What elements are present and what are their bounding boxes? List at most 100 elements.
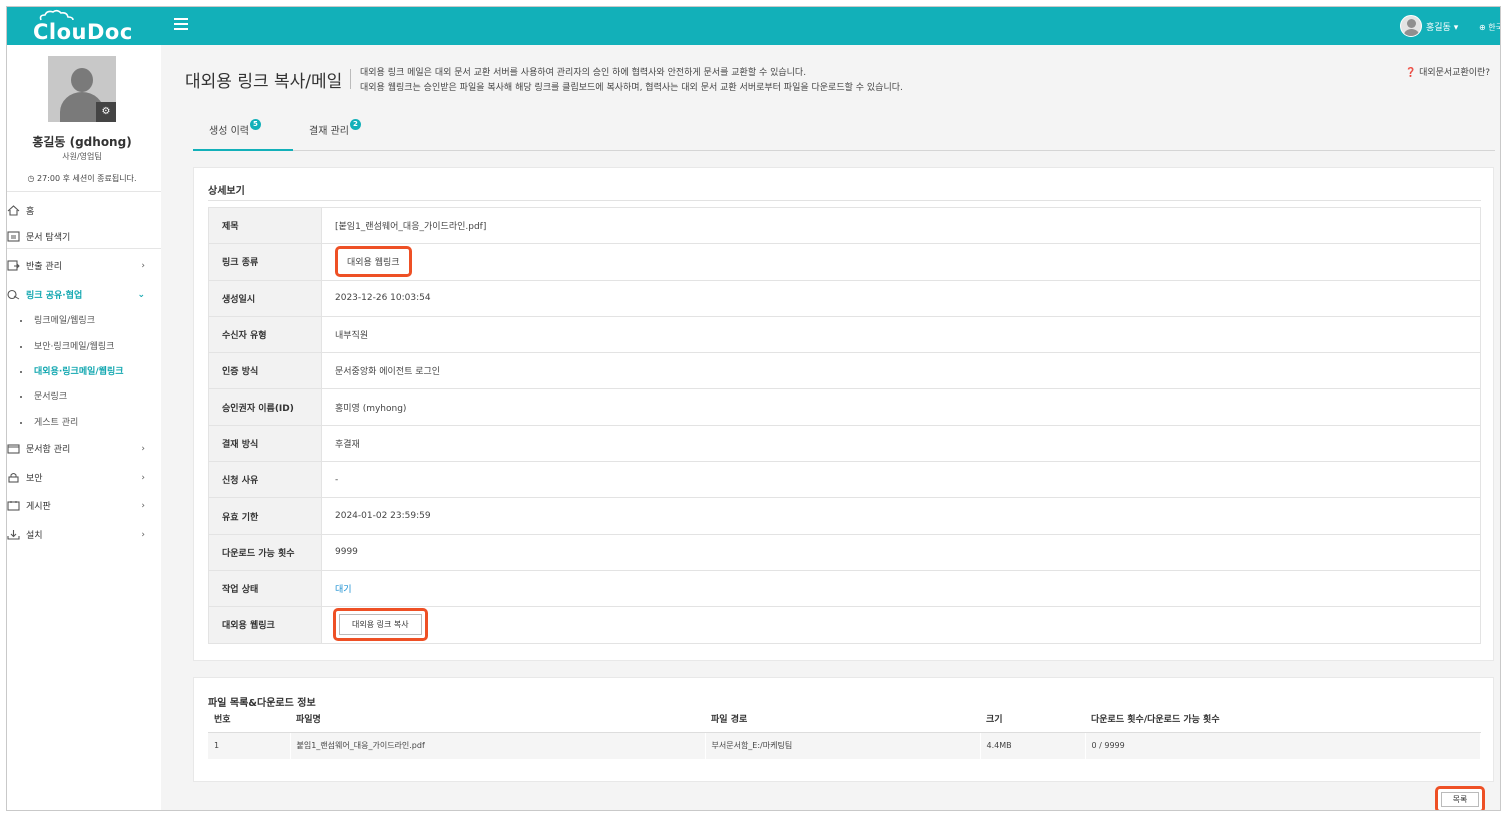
sidebar-item-label: 보안 — [26, 474, 43, 484]
file-panel: 파일 목록&다운로드 정보 번호 파일명 파일 경로 크기 다운로드 횟수/다운… — [193, 677, 1494, 782]
sidebar-item-link-share[interactable]: 링크 공유·협업 ⌄ — [7, 288, 161, 301]
board-icon — [7, 501, 20, 511]
table-row: 다운로드 가능 횟수 9999 — [208, 533, 1481, 571]
row-label: 결재 방식 — [208, 424, 322, 463]
sidebar-subitem-secure-linkmail[interactable]: 보안·링크메일/웹링크 — [20, 339, 114, 352]
table-row: 제목 [붙임1_랜섬웨어_대응_가이드라인.pdf] — [208, 206, 1481, 245]
avatar — [1400, 15, 1422, 37]
table-row: 승인권자 이름(ID) 홍미영 (myhong) — [208, 388, 1481, 426]
row-label: 제목 — [208, 206, 322, 245]
sidebar-item-home[interactable]: 홈 — [7, 204, 161, 217]
detail-title: 상세보기 — [208, 186, 245, 197]
table-header-row: 번호 파일명 파일 경로 크기 다운로드 횟수/다운로드 가능 횟수 — [208, 705, 1481, 733]
row-value: 2024-01-02 23:59:59 — [321, 497, 1481, 535]
sidebar-item-label: 반출 관리 — [26, 262, 62, 272]
row-value-cell: 대기 — [321, 569, 1481, 608]
cell-filename[interactable]: 붙임1_랜섬웨어_대응_가이드라인.pdf — [290, 732, 706, 759]
gear-icon[interactable]: ⚙ — [96, 102, 116, 122]
row-value: 2023-12-26 10:03:54 — [321, 279, 1481, 317]
row-label: 유효 기한 — [208, 497, 322, 535]
page-title: 대외용 링크 복사/메일 — [185, 72, 343, 92]
table-row: 결재 방식 후결재 — [208, 424, 1481, 463]
column-header: 다운로드 횟수/다운로드 가능 횟수 — [1085, 705, 1481, 733]
table-row: 수신자 유형 내부직원 — [208, 315, 1481, 354]
profile-name: 홍길동 (gdhong) — [32, 135, 132, 149]
row-label: 수신자 유형 — [208, 315, 322, 354]
row-label: 작업 상태 — [208, 569, 322, 608]
sidebar-item-security[interactable]: 보안 › — [7, 471, 161, 484]
language-selector[interactable]: ⊕ 한국 — [1479, 22, 1500, 33]
table-row: 1 붙임1_랜섬웨어_대응_가이드라인.pdf 부서문서함_E:/마케팅팀 4.… — [208, 732, 1481, 759]
table-row: 생성일시 2023-12-26 10:03:54 — [208, 279, 1481, 317]
row-value: 후결재 — [321, 424, 1481, 463]
column-header: 크기 — [980, 705, 1085, 733]
row-value: 내부직원 — [321, 315, 1481, 354]
row-label: 다운로드 가능 횟수 — [208, 533, 322, 571]
row-label: 신청 사유 — [208, 461, 322, 499]
divider — [7, 248, 161, 249]
cell-number: 1 — [208, 732, 291, 759]
detail-table: 제목 [붙임1_랜섬웨어_대응_가이드라인.pdf] 링크 종류 대외용 웹링크 생… — [208, 206, 1481, 644]
app-logo[interactable]: ClouDoc — [33, 9, 133, 44]
tab-label: 생성 이력 — [209, 126, 249, 137]
file-table: 번호 파일명 파일 경로 크기 다운로드 횟수/다운로드 가능 횟수 1 붙임1… — [208, 705, 1481, 759]
row-value: 홍미영 (myhong) — [321, 388, 1481, 426]
row-value-cell: 대외용 링크 복사 — [321, 606, 1481, 644]
sidebar-item-label: 문서함 관리 — [26, 445, 71, 455]
count-badge: 2 — [349, 119, 361, 130]
help-link[interactable]: ❓ 대외문서교환이란? — [1405, 65, 1490, 78]
row-label: 인증 방식 — [208, 352, 322, 390]
sidebar-subitem-linkmail[interactable]: 링크메일/웹링크 — [20, 313, 95, 326]
sidebar-item-export[interactable]: 반출 관리 › — [7, 259, 161, 272]
user-menu[interactable]: 홍길동 ▾ — [1400, 15, 1458, 37]
sidebar-item-board[interactable]: 게시판 › — [7, 499, 161, 512]
export-icon — [7, 260, 20, 271]
home-icon — [7, 205, 20, 216]
chevron-right-icon: › — [141, 260, 145, 271]
sidebar-item-explorer[interactable]: 문서 탐색기 — [7, 230, 161, 243]
tab-active-indicator — [193, 149, 293, 151]
sidebar-subitem-label: 링크메일/웹링크 — [34, 316, 95, 326]
list-button-highlight: 목록 — [1435, 786, 1485, 810]
sidebar-item-label: 홈 — [26, 207, 35, 217]
sidebar-subitem-label: 대외용·링크메일/웹링크 — [34, 367, 124, 377]
chevron-right-icon: › — [141, 443, 145, 454]
sidebar-subitem-label: 문서링크 — [34, 392, 68, 402]
chevron-down-icon: ⌄ — [137, 289, 145, 300]
column-header: 번호 — [208, 705, 290, 733]
row-value: [붙임1_랜섬웨어_대응_가이드라인.pdf] — [321, 206, 1481, 245]
cell-downloads: 0 / 9999 — [1085, 732, 1481, 759]
cell-path: 부서문서함_E:/마케팅팀 — [705, 732, 981, 759]
sidebar-item-docbox[interactable]: 문서함 관리 › — [7, 442, 161, 455]
row-value-cell: 대외용 웹링크 — [321, 243, 1481, 281]
chevron-right-icon: › — [141, 529, 145, 540]
sidebar-subitem-guest[interactable]: 게스트 관리 — [20, 415, 78, 428]
row-label: 승인권자 이름(ID) — [208, 388, 322, 426]
app-logo-text: ClouDoc — [33, 20, 133, 44]
tab-approval[interactable]: 결재 관리2 — [309, 119, 361, 149]
count-badge: 5 — [249, 119, 261, 130]
divider — [350, 69, 351, 89]
row-label: 대외용 웹링크 — [208, 606, 322, 644]
app-window: ClouDoc 홍길동 ▾ ⊕ 한국 ⚙ 홍길동 (gdhong) 사원/영업팀… — [6, 6, 1501, 811]
sidebar-subitem-external-linkmail[interactable]: 대외용·링크메일/웹링크 — [20, 364, 124, 377]
row-value: 9999 — [321, 533, 1481, 571]
row-value: - — [321, 461, 1481, 499]
sidebar-subitem-doclink[interactable]: 문서링크 — [20, 389, 67, 402]
menu-toggle-icon[interactable] — [174, 18, 188, 30]
chevron-right-icon: › — [141, 472, 145, 483]
user-menu-label: 홍길동 ▾ — [1426, 22, 1459, 33]
list-button[interactable]: 목록 — [1441, 792, 1479, 807]
copy-external-link-button[interactable]: 대외용 링크 복사 — [339, 614, 422, 636]
tab-label: 결재 관리 — [309, 126, 349, 137]
table-row: 작업 상태 대기 — [208, 569, 1481, 608]
chevron-right-icon: › — [141, 500, 145, 511]
sidebar-subitem-label: 보안·링크메일/웹링크 — [34, 342, 115, 352]
row-label: 생성일시 — [208, 279, 322, 317]
column-header: 파일명 — [290, 705, 705, 733]
link-share-icon — [7, 289, 20, 300]
tab-history[interactable]: 생성 이력5 — [209, 119, 261, 149]
sidebar-item-label: 링크 공유·협업 — [26, 291, 83, 301]
cell-size: 4.4MB — [980, 732, 1086, 759]
sidebar-item-install[interactable]: 설치 › — [7, 528, 161, 541]
